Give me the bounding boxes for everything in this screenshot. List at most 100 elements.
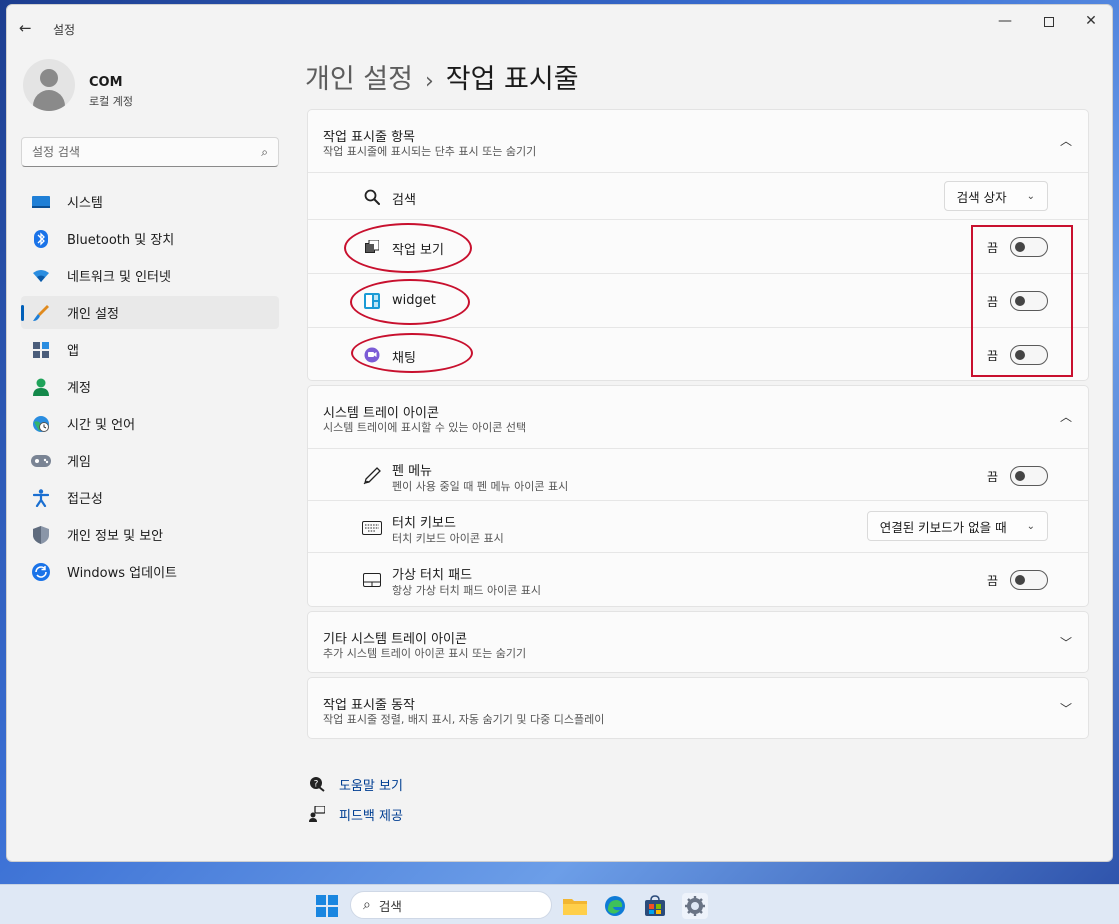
pen-menu-row: 펜 메뉴 펜이 사용 중일 때 펜 메뉴 아이콘 표시 끔 bbox=[308, 448, 1088, 500]
app-title: 설정 bbox=[53, 23, 76, 37]
close-button[interactable]: ✕ bbox=[1075, 13, 1107, 33]
give-feedback-link[interactable]: 피드백 제공 bbox=[307, 799, 403, 829]
link-label[interactable]: 도움말 보기 bbox=[339, 775, 403, 794]
keyboard-icon bbox=[362, 518, 382, 538]
avatar bbox=[23, 59, 75, 111]
toggle-state: 끔 bbox=[986, 573, 998, 588]
pen-icon bbox=[362, 466, 382, 486]
search-setting-row: 검색 검색 상자 ⌄ bbox=[308, 172, 1088, 219]
sidebar-item-label: 앱 bbox=[67, 344, 79, 359]
brush-icon bbox=[31, 303, 51, 323]
sidebar-item-label: 시간 및 언어 bbox=[67, 418, 136, 433]
row-label: 가상 터치 패드 bbox=[392, 568, 473, 583]
chevron-up-icon[interactable]: ︿ bbox=[1060, 132, 1072, 149]
sidebar-item-bluetooth-devices[interactable]: Bluetooth 및 장치 bbox=[21, 222, 279, 255]
account-type: 로컬 계정 bbox=[89, 95, 133, 108]
sidebar-item-system[interactable]: 시스템 bbox=[21, 185, 279, 218]
gamepad-icon bbox=[31, 451, 51, 471]
sidebar-item-label: 시스템 bbox=[67, 196, 103, 211]
touch-keyboard-dropdown[interactable]: 연결된 키보드가 없을 때 ⌄ bbox=[866, 511, 1048, 541]
minimize-button[interactable]: — bbox=[989, 13, 1021, 33]
taskbar-search-box[interactable]: ⌕ 검색 bbox=[350, 891, 552, 919]
microsoft-store-icon[interactable] bbox=[642, 893, 668, 919]
help-icon: ? bbox=[307, 774, 327, 794]
virtual-touchpad-row: 가상 터치 패드 항상 가상 터치 패드 아이콘 표시 끔 bbox=[308, 552, 1088, 604]
edge-browser-icon[interactable] bbox=[602, 893, 628, 919]
row-label: 터치 키보드 bbox=[392, 516, 456, 531]
link-label[interactable]: 피드백 제공 bbox=[339, 805, 403, 824]
sidebar-item-label: 네트워크 및 인터넷 bbox=[67, 270, 171, 285]
other-tray-icons-card[interactable]: 기타 시스템 트레이 아이콘 추가 시스템 트레이 아이콘 표시 또는 숨기기 … bbox=[307, 611, 1089, 673]
sidebar-nav: 시스템 Bluetooth 및 장치 네트워크 및 인터넷 개인 설정 앱 계정… bbox=[21, 185, 279, 592]
touchpad-icon bbox=[362, 570, 382, 590]
svg-text:?: ? bbox=[314, 780, 319, 790]
breadcrumb-separator: › bbox=[424, 69, 434, 94]
feedback-icon bbox=[307, 804, 327, 824]
shield-icon bbox=[31, 525, 51, 545]
breadcrumb-parent[interactable]: 개인 설정 bbox=[305, 64, 413, 95]
sidebar-item-time-language[interactable]: 시간 및 언어 bbox=[21, 407, 279, 440]
pen-menu-toggle[interactable] bbox=[1010, 466, 1048, 486]
taskbar-behaviors-card[interactable]: 작업 표시줄 동작 작업 표시줄 정렬, 배지 표시, 자동 숨기기 및 다중 … bbox=[307, 677, 1089, 739]
search-icon[interactable]: ⌕ bbox=[261, 145, 268, 160]
row-subtitle: 항상 가상 터치 패드 아이콘 표시 bbox=[392, 584, 542, 597]
system-tray-header[interactable]: 시스템 트레이 아이콘 시스템 트레이에 표시할 수 있는 아이콘 선택 ︿ bbox=[308, 386, 1088, 448]
card-subtitle: 추가 시스템 트레이 아이콘 표시 또는 숨기기 bbox=[323, 647, 527, 660]
sidebar-item-network[interactable]: 네트워크 및 인터넷 bbox=[21, 259, 279, 292]
sidebar-item-windows-update[interactable]: Windows 업데이트 bbox=[21, 555, 279, 588]
page-title: 작업 표시줄 bbox=[445, 64, 579, 95]
sidebar-item-personalization[interactable]: 개인 설정 bbox=[21, 296, 279, 329]
get-help-link[interactable]: ? 도움말 보기 bbox=[307, 769, 403, 799]
system-tray-card: 시스템 트레이 아이콘 시스템 트레이에 표시할 수 있는 아이콘 선택 ︿ 펜… bbox=[307, 385, 1089, 607]
card-subtitle: 작업 표시줄 정렬, 배지 표시, 자동 숨기기 및 다중 디스플레이 bbox=[323, 713, 605, 726]
maximize-button[interactable] bbox=[1033, 13, 1065, 33]
settings-search-input[interactable] bbox=[22, 138, 242, 166]
row-label: 검색 bbox=[392, 193, 416, 208]
windows-taskbar: ⌕ 검색 bbox=[0, 884, 1119, 924]
other-tray-icons-header[interactable]: 기타 시스템 트레이 아이콘 추가 시스템 트레이 아이콘 표시 또는 숨기기 … bbox=[308, 612, 1088, 674]
sidebar-item-accessibility[interactable]: 접근성 bbox=[21, 481, 279, 514]
sidebar-item-label: 개인 설정 bbox=[67, 307, 119, 322]
search-icon: ⌕ bbox=[363, 897, 371, 913]
sidebar-item-label: 게임 bbox=[67, 455, 91, 470]
start-button[interactable] bbox=[316, 895, 338, 917]
settings-app-icon[interactable] bbox=[682, 893, 708, 919]
title-bar: ← 설정 — ✕ bbox=[7, 5, 1112, 51]
taskbar-items-header[interactable]: 작업 표시줄 항목 작업 표시줄에 표시되는 단추 표시 또는 숨기기 ︿ bbox=[308, 110, 1088, 172]
settings-search-box[interactable]: ⌕ bbox=[21, 137, 279, 167]
touch-keyboard-row: 터치 키보드 터치 키보드 아이콘 표시 연결된 키보드가 없을 때 ⌄ bbox=[308, 500, 1088, 552]
sidebar-item-accounts[interactable]: 계정 bbox=[21, 370, 279, 403]
sidebar-item-label: Windows 업데이트 bbox=[67, 566, 178, 581]
taskbar-search-label: 검색 bbox=[378, 898, 402, 914]
sidebar-item-label: 개인 정보 및 보안 bbox=[67, 529, 164, 544]
sidebar-item-apps[interactable]: 앱 bbox=[21, 333, 279, 366]
sidebar-item-privacy-security[interactable]: 개인 정보 및 보안 bbox=[21, 518, 279, 551]
sidebar-item-gaming[interactable]: 게임 bbox=[21, 444, 279, 477]
card-subtitle: 시스템 트레이에 표시할 수 있는 아이콘 선택 bbox=[323, 421, 527, 434]
touchpad-toggle-group: 끔 bbox=[987, 570, 1048, 590]
row-subtitle: 펜이 사용 중일 때 펜 메뉴 아이콘 표시 bbox=[392, 480, 569, 493]
maximize-icon bbox=[1044, 17, 1054, 27]
sidebar-item-label: 계정 bbox=[67, 381, 91, 396]
chevron-down-icon[interactable]: ﹀ bbox=[1060, 634, 1072, 651]
person-icon bbox=[31, 377, 51, 397]
breadcrumb: 개인 설정 › 작업 표시줄 bbox=[305, 57, 579, 96]
update-icon bbox=[31, 562, 51, 582]
monitor-icon bbox=[31, 192, 51, 212]
help-links: ? 도움말 보기 피드백 제공 bbox=[307, 769, 403, 829]
chevron-down-icon[interactable]: ﹀ bbox=[1060, 700, 1072, 717]
chevron-down-icon: ⌄ bbox=[1026, 190, 1035, 202]
chevron-down-icon: ⌄ bbox=[1026, 520, 1035, 532]
virtual-touchpad-toggle[interactable] bbox=[1010, 570, 1048, 590]
chevron-up-icon[interactable]: ︿ bbox=[1060, 408, 1072, 425]
dropdown-value: 검색 상자 bbox=[956, 189, 1007, 205]
toggle-state: 끔 bbox=[986, 469, 998, 484]
sidebar-item-label: 접근성 bbox=[67, 492, 103, 507]
back-button[interactable]: ← bbox=[19, 19, 39, 39]
annotation-ellipse-widget bbox=[350, 279, 470, 325]
annotation-rect-toggles bbox=[971, 225, 1073, 377]
file-explorer-icon[interactable] bbox=[562, 893, 588, 919]
settings-window: ← 설정 — ✕ COM 로컬 계정 ⌕ 시스템 Bluetooth 및 장치 bbox=[6, 4, 1113, 862]
taskbar-behaviors-header[interactable]: 작업 표시줄 동작 작업 표시줄 정렬, 배지 표시, 자동 숨기기 및 다중 … bbox=[308, 678, 1088, 740]
search-mode-dropdown[interactable]: 검색 상자 ⌄ bbox=[943, 181, 1048, 211]
